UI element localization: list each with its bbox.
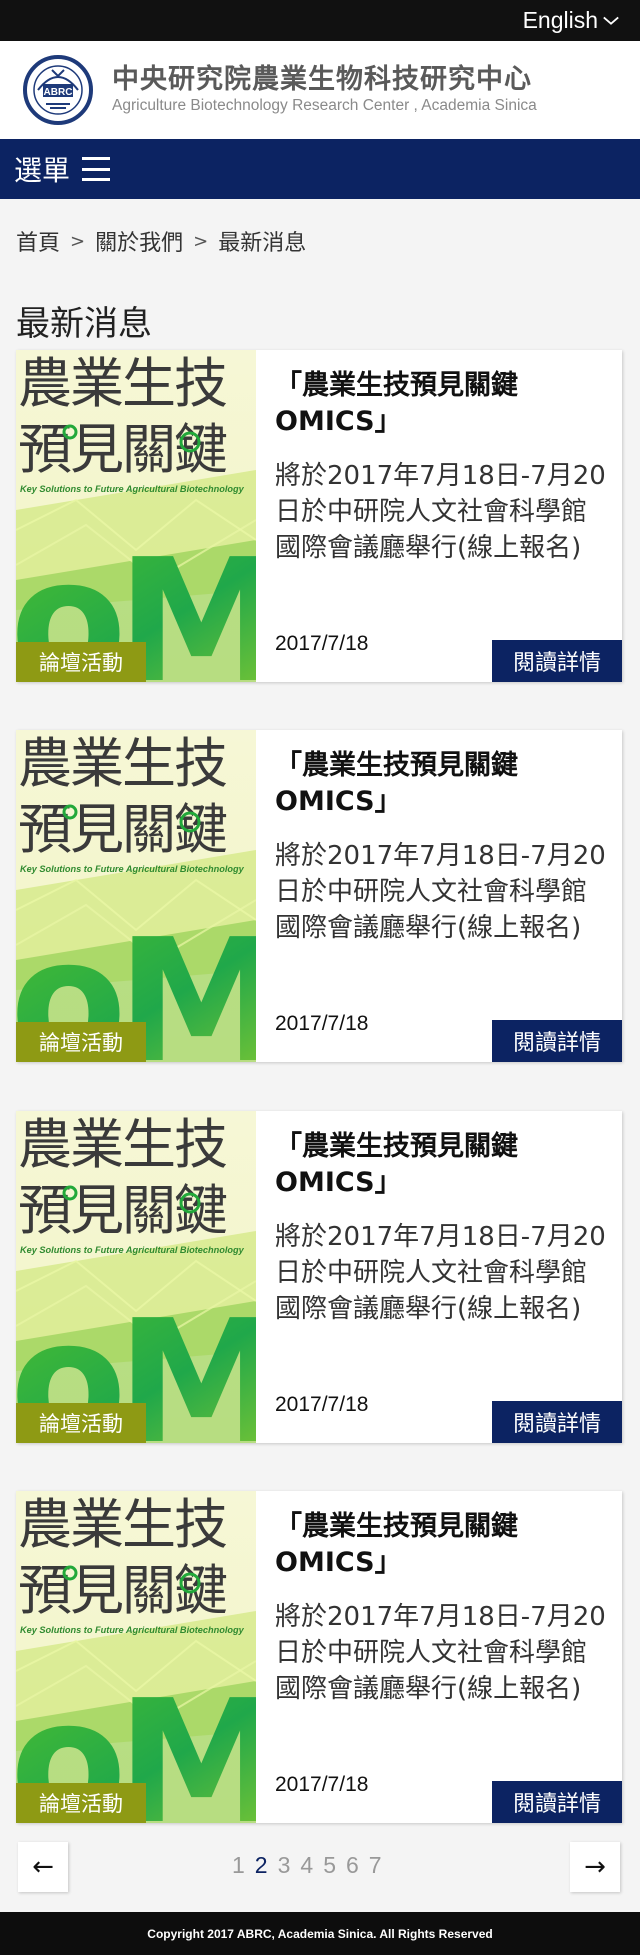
menu-bar[interactable]: 選單 <box>0 139 640 199</box>
language-switcher[interactable]: English <box>523 7 620 34</box>
news-title[interactable]: 「農業生技預見關鍵OMICS」 <box>275 368 605 440</box>
news-title[interactable]: 「農業生技預見關鍵OMICS」 <box>275 748 605 820</box>
page-link[interactable]: 6 <box>346 1852 359 1879</box>
read-more-button[interactable]: 閱讀詳情 <box>492 640 622 682</box>
page-link[interactable]: 3 <box>278 1852 291 1879</box>
page-title: 最新消息 <box>16 304 152 344</box>
page-link[interactable]: 4 <box>300 1852 313 1879</box>
breadcrumb-separator: > <box>70 230 86 252</box>
svg-text:農業生技: 農業生技 <box>18 1113 227 1176</box>
pagination: ← 1 2 3 4 5 6 7 → <box>0 1842 640 1894</box>
hamburger-icon[interactable] <box>82 157 111 181</box>
menu-label[interactable]: 選單 <box>14 149 70 189</box>
svg-text:Key Solutions to Future Agricu: Key Solutions to Future Agricultural Bio… <box>20 484 245 494</box>
read-more-button[interactable]: 閱讀詳情 <box>492 1401 622 1443</box>
breadcrumb-news: 最新消息 <box>218 231 307 256</box>
svg-text:Key Solutions to Future Agricu: Key Solutions to Future Agricultural Bio… <box>20 1245 245 1255</box>
breadcrumb-home[interactable]: 首頁 <box>16 225 60 257</box>
page-link-current[interactable]: 2 <box>255 1852 268 1879</box>
news-date: 2017/7/18 <box>275 1012 369 1035</box>
news-thumbnail[interactable]: 農業生技 預見關鍵 Key Solutions to Future Agricu… <box>16 1491 256 1823</box>
site-header: ABRC 中央研究院農業生物科技研究中心 Agriculture Biotech… <box>0 41 640 139</box>
news-description: 將於2017年7月18日-7月20日於中研院人文社會科學館國際會議廳舉行(線上報… <box>275 461 606 563</box>
news-date: 2017/7/18 <box>275 1393 369 1416</box>
news-thumbnail[interactable]: 農業生技 預見關鍵 Key Solutions to Future Agricu… <box>16 730 256 1062</box>
svg-text:農業生技: 農業生技 <box>18 732 227 795</box>
read-more-button[interactable]: 閱讀詳情 <box>492 1020 622 1062</box>
svg-text:Key Solutions to Future Agricu: Key Solutions to Future Agricultural Bio… <box>20 1625 245 1635</box>
category-badge[interactable]: 論壇活動 <box>16 1022 146 1062</box>
category-badge[interactable]: 論壇活動 <box>16 1783 146 1823</box>
breadcrumb-about[interactable]: 關於我們 <box>95 225 183 257</box>
abrc-seal-logo[interactable]: ABRC <box>16 54 100 126</box>
page-link[interactable]: 5 <box>323 1852 336 1879</box>
news-card[interactable]: 農業生技 預見關鍵 Key Solutions to Future Agricu… <box>16 1111 622 1443</box>
copyright-text: Copyright 2017 ABRC, Academia Sinica. Al… <box>147 1926 493 1941</box>
news-card[interactable]: 農業生技 預見關鍵 Key Solutions to Future Agricu… <box>16 350 622 682</box>
svg-text:農業生技: 農業生技 <box>18 352 227 415</box>
news-date: 2017/7/18 <box>275 632 369 655</box>
news-description: 將於2017年7月18日-7月20日於中研院人文社會科學館國際會議廳舉行(線上報… <box>275 1602 606 1704</box>
news-thumbnail[interactable]: 農業生技 預見關鍵 Key Solutions to Future Agricu… <box>16 350 256 682</box>
news-title[interactable]: 「農業生技預見關鍵OMICS」 <box>275 1129 605 1201</box>
page-link[interactable]: 7 <box>369 1852 382 1879</box>
language-label: English <box>522 7 598 33</box>
news-date: 2017/7/18 <box>275 1773 369 1796</box>
news-thumbnail[interactable]: 農業生技 預見關鍵 Key Solutions to Future Agricu… <box>16 1111 256 1443</box>
category-badge[interactable]: 論壇活動 <box>16 1403 146 1443</box>
svg-text:Key Solutions to Future Agricu: Key Solutions to Future Agricultural Bio… <box>20 864 245 874</box>
svg-text:ABRC: ABRC <box>44 87 73 98</box>
page-numbers: 1 2 3 4 5 6 7 <box>232 1852 392 1879</box>
page-link[interactable]: 1 <box>232 1852 245 1879</box>
news-card[interactable]: 農業生技 預見關鍵 Key Solutions to Future Agricu… <box>16 730 622 1062</box>
chevron-down-icon <box>603 16 619 25</box>
breadcrumb-separator: > <box>193 230 209 252</box>
category-badge[interactable]: 論壇活動 <box>16 642 146 682</box>
news-description: 將於2017年7月18日-7月20日於中研院人文社會科學館國際會議廳舉行(線上報… <box>275 1222 606 1324</box>
footer: Copyright 2017 ABRC, Academia Sinica. Al… <box>0 1912 640 1955</box>
org-name: 中央研究院農業生物科技研究中心 Agriculture Biotechnolog… <box>112 64 537 116</box>
org-name-en: Agriculture Biotechnology Research Cente… <box>112 97 537 114</box>
news-title[interactable]: 「農業生技預見關鍵OMICS」 <box>275 1509 605 1581</box>
breadcrumb: 首頁 > 關於我們 > 最新消息 <box>16 225 306 257</box>
prev-page-button[interactable]: ← <box>18 1842 68 1892</box>
next-page-button[interactable]: → <box>570 1842 620 1892</box>
org-name-zh: 中央研究院農業生物科技研究中心 <box>112 64 532 95</box>
read-more-button[interactable]: 閱讀詳情 <box>492 1781 622 1823</box>
news-card[interactable]: 農業生技 預見關鍵 Key Solutions to Future Agricu… <box>16 1491 622 1823</box>
news-description: 將於2017年7月18日-7月20日於中研院人文社會科學館國際會議廳舉行(線上報… <box>275 841 606 943</box>
svg-text:農業生技: 農業生技 <box>18 1493 227 1556</box>
top-bar: English <box>0 0 640 41</box>
